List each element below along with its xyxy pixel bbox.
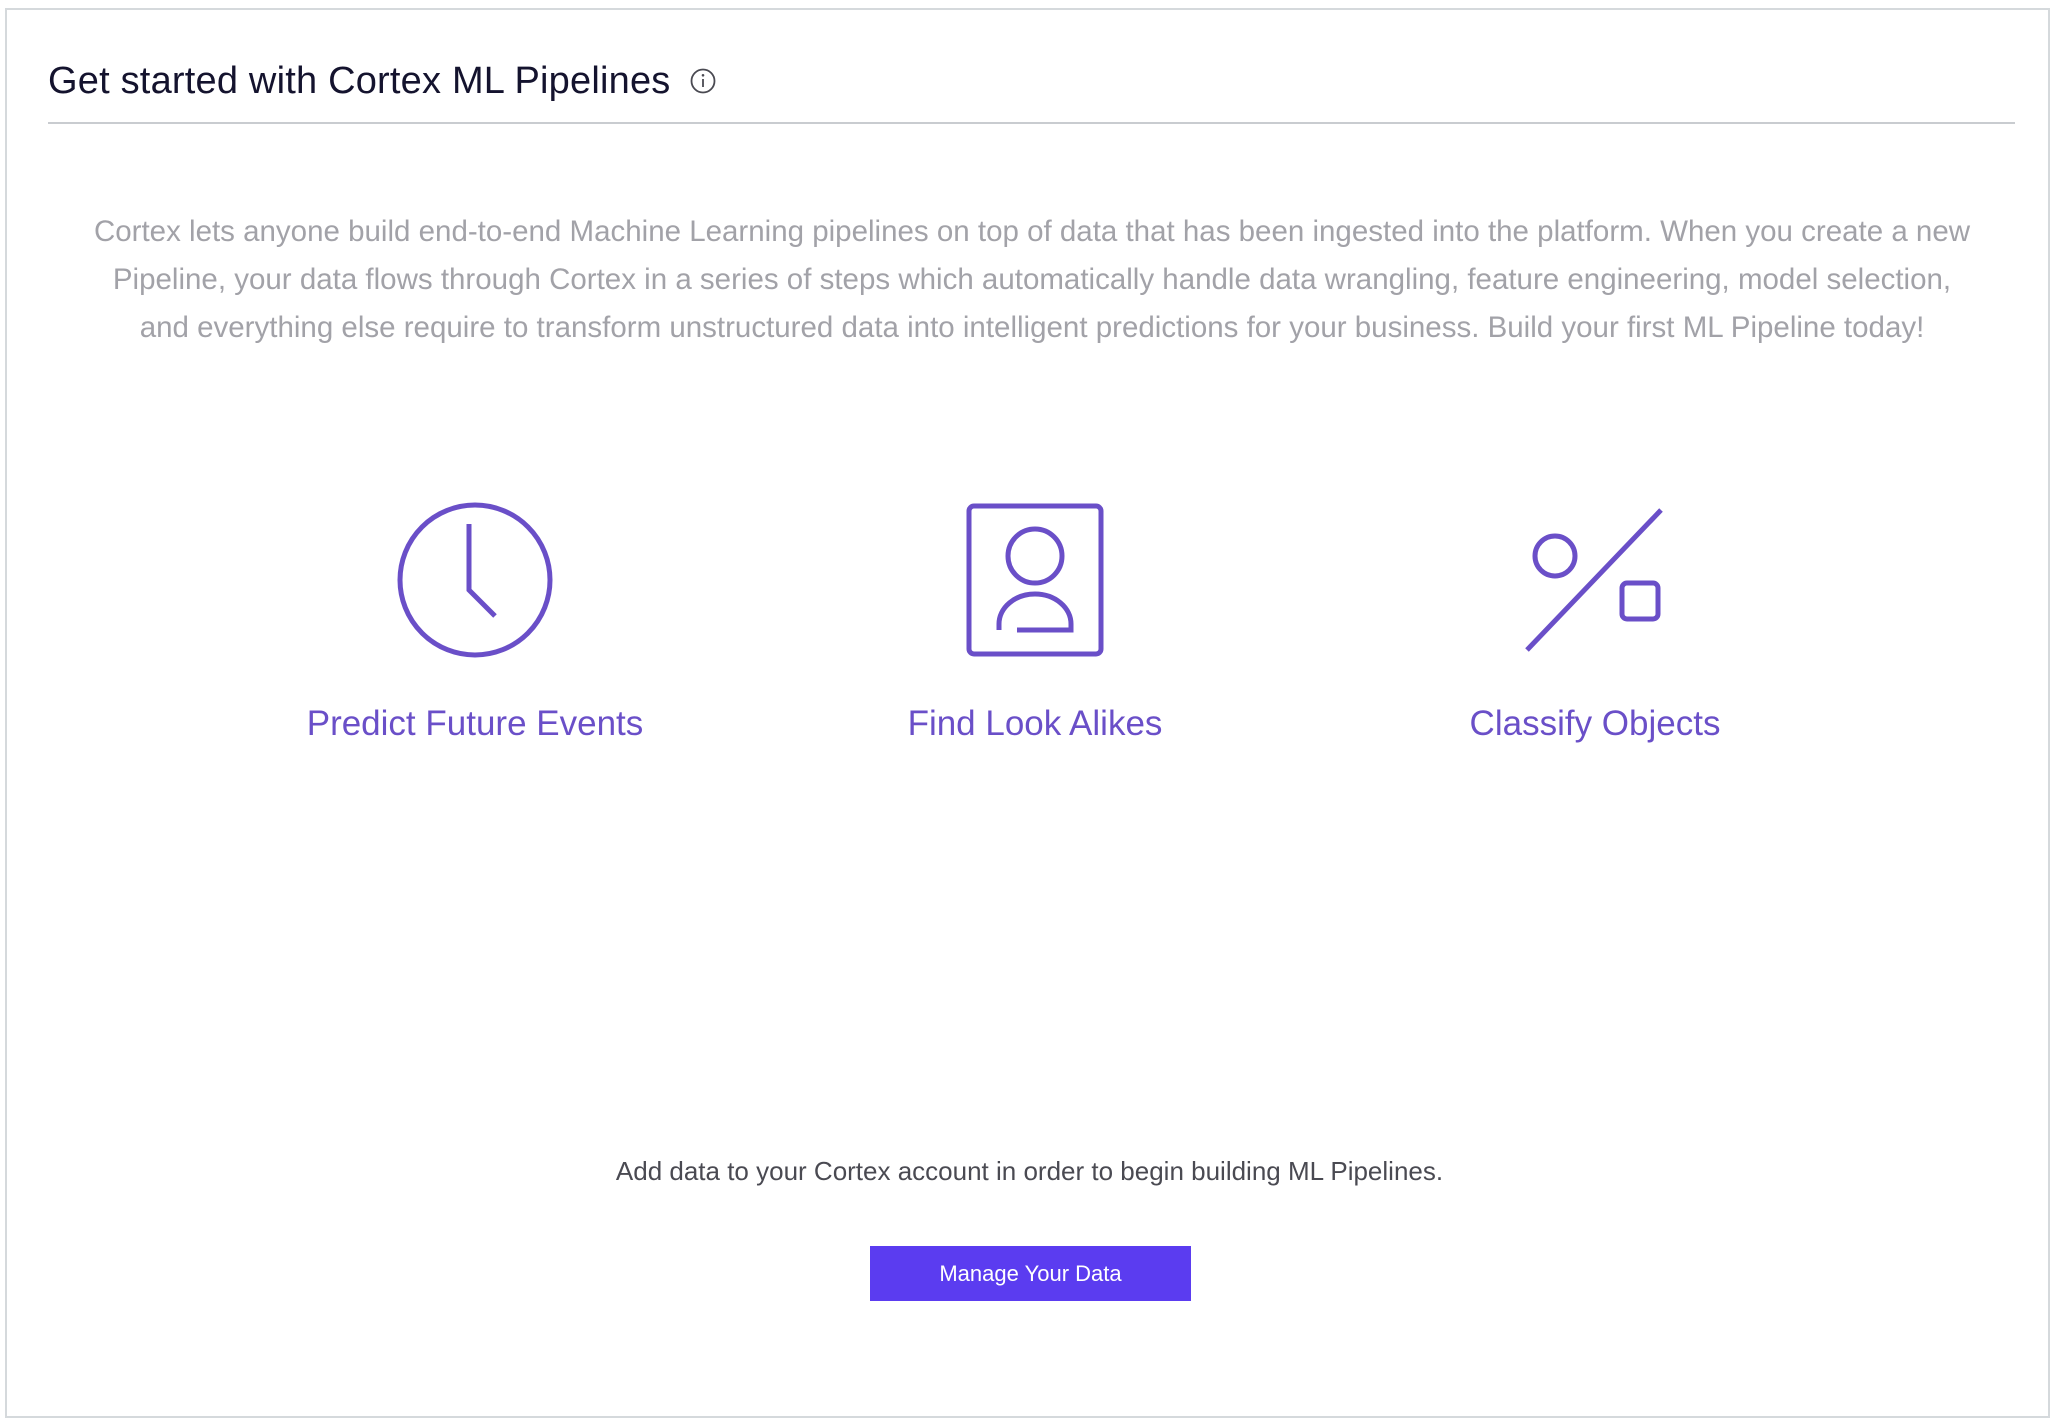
info-circle-icon[interactable] (689, 67, 717, 95)
manage-your-data-button[interactable]: Manage Your Data (870, 1246, 1191, 1301)
panel-header: Get started with Cortex ML Pipelines (48, 48, 2015, 124)
empty-state-message: Add data to your Cortex account in order… (615, 1156, 1444, 1186)
intro-description: Cortex lets anyone build end-to-end Mach… (93, 215, 1971, 344)
percent-shapes-icon (1525, 508, 1663, 652)
clock-icon (397, 502, 553, 658)
use-case-find-look-alikes[interactable]: Find Look Alikes (825, 500, 1245, 744)
use-case-label: Classify Objects (1469, 704, 1721, 743)
use-case-cards: Predict Future Events Find Look Alikes C… (7, 500, 2052, 760)
use-case-label: Find Look Alikes (907, 704, 1163, 743)
use-case-classify-objects[interactable]: Classify Objects (1385, 500, 1805, 744)
get-started-panel: Get started with Cortex ML Pipelines Cor… (5, 8, 2050, 1418)
page-title: Get started with Cortex ML Pipelines (48, 59, 671, 102)
use-case-label: Predict Future Events (306, 704, 644, 743)
use-case-predict-future-events[interactable]: Predict Future Events (265, 500, 685, 744)
person-portrait-icon (966, 503, 1104, 657)
